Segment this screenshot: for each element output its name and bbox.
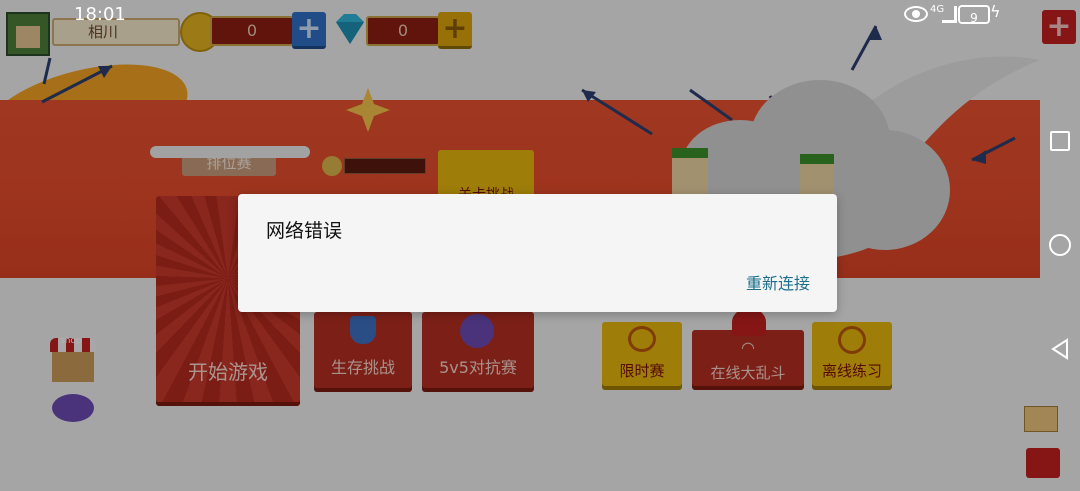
square-nav-icon (1050, 131, 1070, 151)
battery-level: 9 (970, 11, 978, 25)
reconnect-button[interactable]: 重新连接 (746, 270, 810, 294)
circle-nav-icon (1049, 234, 1071, 256)
home-button[interactable] (1040, 230, 1080, 260)
dialog-title: 网络错误 (266, 220, 343, 242)
recents-button[interactable] (1040, 126, 1080, 156)
charging-icon: ϟ (990, 2, 1001, 21)
signal-icon (942, 6, 957, 23)
back-nav-icon (1051, 338, 1068, 360)
eye-icon (904, 6, 928, 22)
back-button[interactable] (1040, 334, 1080, 364)
network-error-dialog: 网络错误 重新连接 (238, 194, 837, 312)
clock: 18:01 (74, 4, 126, 25)
battery-icon: 9 (958, 5, 990, 25)
